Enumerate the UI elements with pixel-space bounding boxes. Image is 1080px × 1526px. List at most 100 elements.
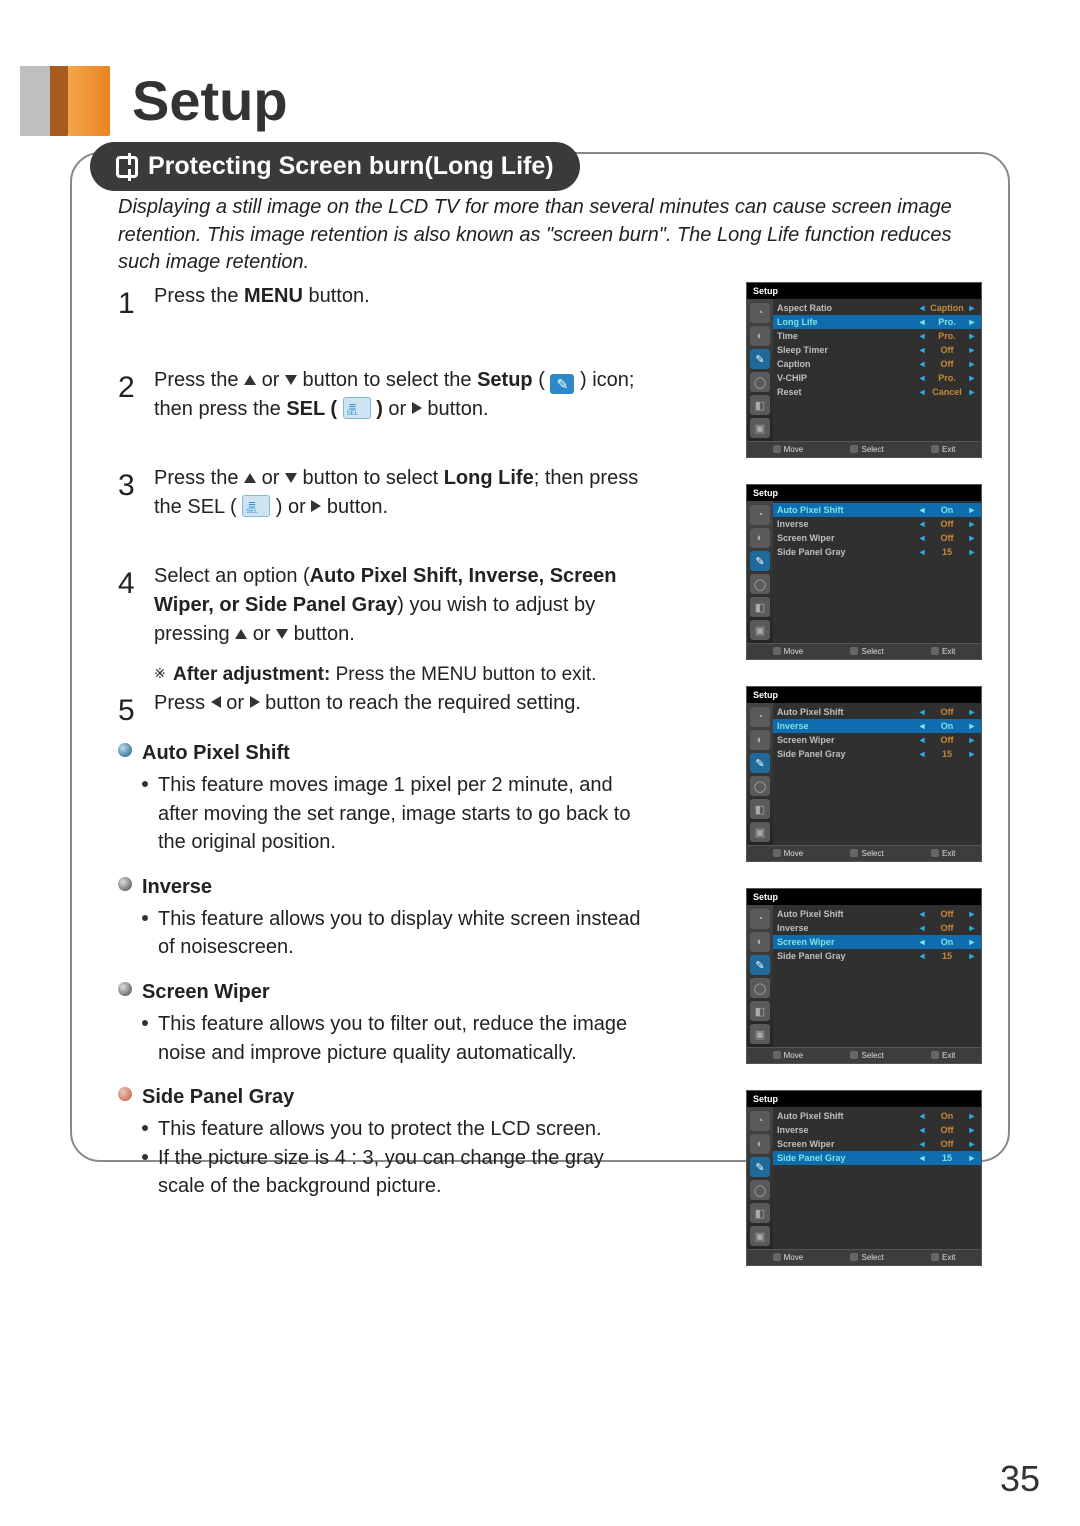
osd-sidebar: ◔◐✎◯◧▣ xyxy=(747,905,773,1047)
after-text: Press the MENU button to exit. xyxy=(330,664,596,685)
osd-side-icon: ◯ xyxy=(750,574,770,594)
step-number: 3 xyxy=(118,464,154,522)
step-number: 4 xyxy=(118,562,154,649)
osd-rows: Auto Pixel Shift◄Off►Inverse◄On►Screen W… xyxy=(773,703,981,845)
step-text: Press or button to reach the required se… xyxy=(154,689,648,733)
sel-icon xyxy=(242,495,270,517)
feature-heading: Inverse xyxy=(142,873,648,901)
osd-row-value: Caption xyxy=(927,303,967,313)
left-arrow-icon: ◄ xyxy=(917,345,927,355)
osd-footer-select: Select xyxy=(850,445,883,454)
osd-side-icon: ◐ xyxy=(750,932,770,952)
osd-footer: MoveSelectExit xyxy=(747,1047,981,1063)
osd-row-value: Off xyxy=(927,735,967,745)
osd-row: Inverse◄On► xyxy=(773,719,981,733)
step-number: 5 xyxy=(118,689,154,733)
page-number: 35 xyxy=(1000,1458,1040,1500)
right-arrow-icon: ► xyxy=(967,1139,977,1149)
feature-heading: Auto Pixel Shift xyxy=(142,739,648,767)
osd-row-label: Side Panel Gray xyxy=(777,749,917,759)
osd-side-icon: ◔ xyxy=(750,707,770,727)
osd-row-label: Auto Pixel Shift xyxy=(777,707,917,717)
content-frame: Protecting Screen burn(Long Life) Displa… xyxy=(70,152,1010,1162)
setup-icon xyxy=(550,374,574,394)
osd-row: Reset◄Cancel► xyxy=(773,385,981,399)
osd-row: Auto Pixel Shift◄On► xyxy=(773,1109,981,1123)
osd-side-icon: ◐ xyxy=(750,730,770,750)
page: Setup Protecting Screen burn(Long Life) … xyxy=(0,0,1080,1526)
osd-footer-exit: Exit xyxy=(931,1051,955,1060)
osd-side-icon: ▣ xyxy=(750,822,770,842)
left-arrow-icon: ◄ xyxy=(917,951,927,961)
intro-text: Displaying a still image on the LCD TV f… xyxy=(118,194,962,277)
osd-screenshot: Setup◔◐✎◯◧▣Auto Pixel Shift◄On►Inverse◄O… xyxy=(746,1090,982,1266)
left-arrow-icon: ◄ xyxy=(917,1125,927,1135)
osd-row-value: On xyxy=(927,937,967,947)
osd-side-icon: ◧ xyxy=(750,597,770,617)
osd-rows: Auto Pixel Shift◄On►Inverse◄Off►Screen W… xyxy=(773,1107,981,1249)
osd-footer-move: Move xyxy=(773,445,804,454)
osd-side-icon: ◔ xyxy=(750,1111,770,1131)
osd-row: Side Panel Gray◄15► xyxy=(773,949,981,963)
feature-body: This feature moves image 1 pixel per 2 m… xyxy=(158,771,648,856)
osd-row-label: Screen Wiper xyxy=(777,533,917,543)
osd-side-icon: ✎ xyxy=(750,551,770,571)
right-arrow-icon: ► xyxy=(967,359,977,369)
osd-side-icon: ◯ xyxy=(750,372,770,392)
left-arrow-icon: ◄ xyxy=(917,373,927,383)
osd-row-label: Screen Wiper xyxy=(777,735,917,745)
feature-heading: Side Panel Gray xyxy=(142,1083,648,1111)
osd-side-icon: ◔ xyxy=(750,303,770,323)
osd-row-value: Off xyxy=(927,359,967,369)
step-text: Select an option (Auto Pixel Shift, Inve… xyxy=(154,562,648,649)
osd-footer-exit: Exit xyxy=(931,1253,955,1262)
pill-icon xyxy=(116,156,138,178)
right-arrow-icon: ► xyxy=(967,373,977,383)
osd-row-label: Auto Pixel Shift xyxy=(777,1111,917,1121)
osd-rows: Auto Pixel Shift◄Off►Inverse◄Off►Screen … xyxy=(773,905,981,1047)
left-arrow-icon: ◄ xyxy=(917,547,927,557)
osd-title: Setup xyxy=(747,889,981,905)
right-arrow-icon: ► xyxy=(967,721,977,731)
right-arrow-icon: ► xyxy=(967,909,977,919)
osd-row-value: On xyxy=(927,721,967,731)
right-arrow-icon: ► xyxy=(967,547,977,557)
osd-footer-move: Move xyxy=(773,849,804,858)
after-note: ※ After adjustment: Press the MENU butto… xyxy=(154,664,596,686)
osd-footer-move: Move xyxy=(773,1051,804,1060)
osd-row-value: Off xyxy=(927,923,967,933)
osd-row-value: Off xyxy=(927,345,967,355)
osd-row: V-CHIP◄Pro.► xyxy=(773,371,981,385)
osd-footer-move: Move xyxy=(773,647,804,656)
feature-body: This feature allows you to filter out, r… xyxy=(158,1010,648,1067)
side-gray-bar xyxy=(20,66,50,136)
right-arrow-icon: ► xyxy=(967,303,977,313)
osd-sidebar: ◔◐✎◯◧▣ xyxy=(747,501,773,643)
osd-side-icon: ◧ xyxy=(750,1203,770,1223)
osd-side-icon: ◧ xyxy=(750,1001,770,1021)
osd-screenshot: Setup◔◐✎◯◧▣Auto Pixel Shift◄On►Inverse◄O… xyxy=(746,484,982,660)
left-arrow-icon: ◄ xyxy=(917,923,927,933)
osd-row-value: Off xyxy=(927,1139,967,1149)
step: 5Press or button to reach the required s… xyxy=(118,689,648,733)
osd-side-icon: ◔ xyxy=(750,505,770,525)
feature: InverseThis feature allows you to displa… xyxy=(118,873,648,962)
osd-row-label: Screen Wiper xyxy=(777,1139,917,1149)
left-arrow-icon: ◄ xyxy=(917,359,927,369)
osd-row-label: Auto Pixel Shift xyxy=(777,505,917,515)
osd-side-icon: ✎ xyxy=(750,1157,770,1177)
step: 4Select an option (Auto Pixel Shift, Inv… xyxy=(118,562,648,649)
osd-column: Setup◔◐✎◯◧▣Aspect Ratio◄Caption►Long Lif… xyxy=(746,282,982,1292)
osd-row: Inverse◄Off► xyxy=(773,517,981,531)
osd-footer-move: Move xyxy=(773,1253,804,1262)
osd-footer: MoveSelectExit xyxy=(747,441,981,457)
osd-row-value: On xyxy=(927,1111,967,1121)
right-arrow-icon: ► xyxy=(967,331,977,341)
osd-sidebar: ◔◐✎◯◧▣ xyxy=(747,703,773,845)
left-arrow-icon: ◄ xyxy=(917,1111,927,1121)
osd-screenshot: Setup◔◐✎◯◧▣Auto Pixel Shift◄Off►Inverse◄… xyxy=(746,888,982,1064)
osd-side-icon: ◐ xyxy=(750,528,770,548)
osd-rows: Auto Pixel Shift◄On►Inverse◄Off►Screen W… xyxy=(773,501,981,643)
osd-row-label: Sleep Timer xyxy=(777,345,917,355)
osd-row-value: Off xyxy=(927,707,967,717)
